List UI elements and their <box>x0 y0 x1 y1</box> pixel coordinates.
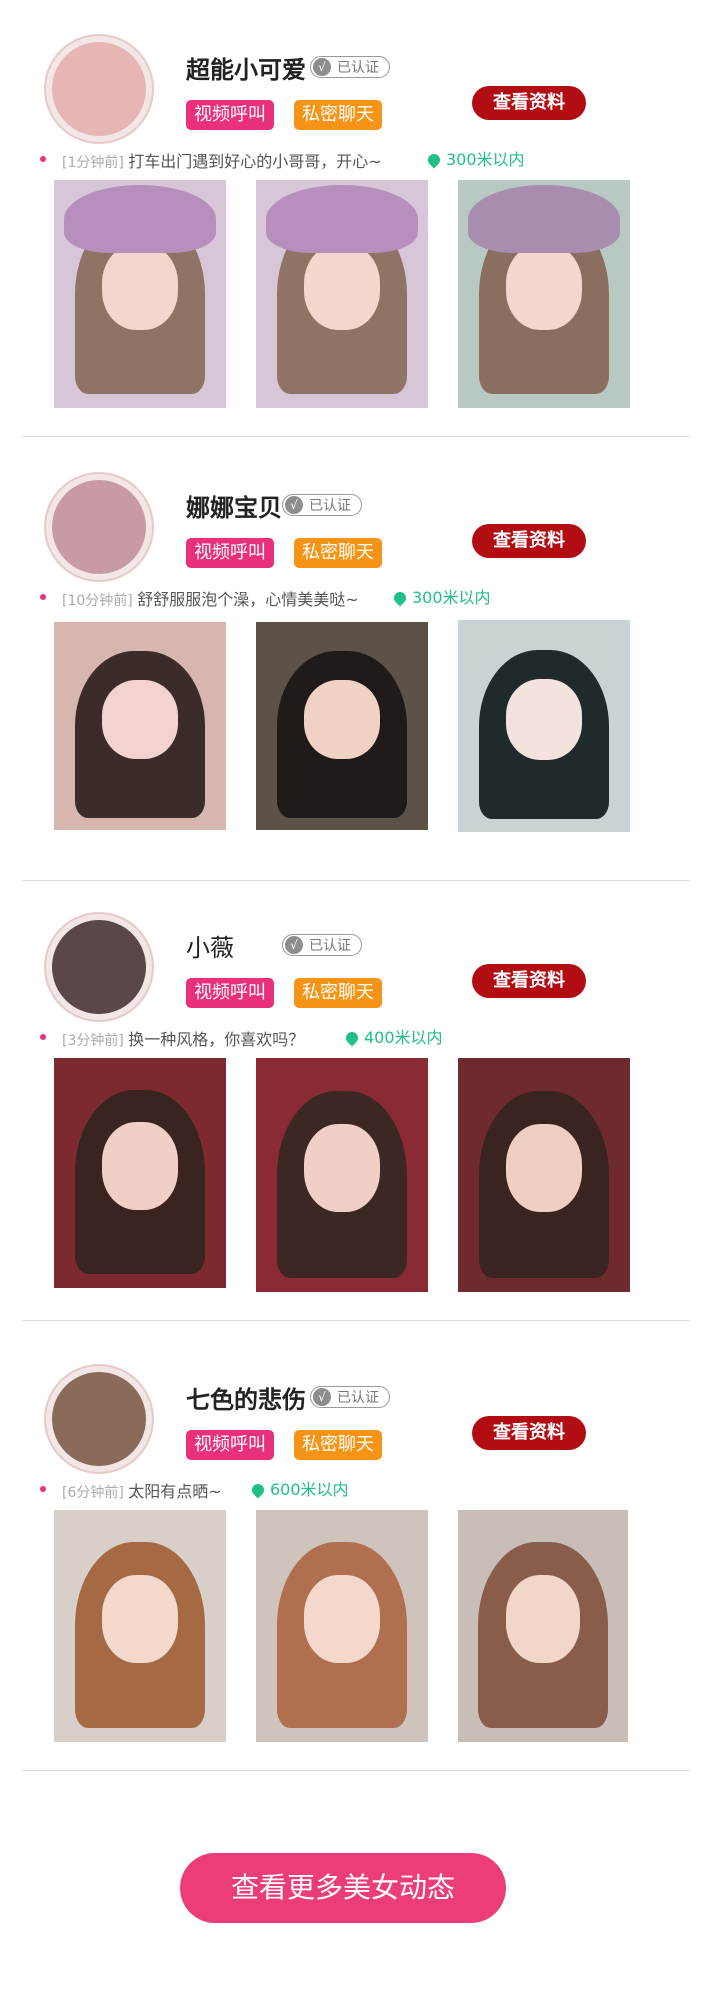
user-name: 超能小可爱 <box>186 56 306 84</box>
bullet-dot <box>40 156 46 162</box>
photo[interactable] <box>54 622 226 830</box>
divider <box>22 436 690 437</box>
verified-badge: √ 已认证 <box>310 56 390 78</box>
video-call-button[interactable]: 视频呼叫 <box>186 1430 274 1460</box>
video-call-button[interactable]: 视频呼叫 <box>186 100 274 130</box>
user-name: 小薇 <box>186 934 234 962</box>
bullet-dot <box>40 594 46 600</box>
user-card: 小薇 √ 已认证 视频呼叫 私密聊天 查看资料 [3分钟前] 换一种风格，你喜欢… <box>0 912 720 1302</box>
distance: 600米以内 <box>249 1476 349 1500</box>
private-chat-button[interactable]: 私密聊天 <box>294 538 382 568</box>
location-pin-icon <box>343 1029 361 1047</box>
distance-text: 300米以内 <box>412 588 491 607</box>
post-time-row: [6分钟前] 太阳有点晒~ <box>62 1478 222 1502</box>
view-profile-button[interactable]: 查看资料 <box>472 964 586 998</box>
avatar[interactable] <box>44 912 154 1022</box>
divider <box>22 1320 690 1321</box>
photo[interactable] <box>458 620 630 832</box>
video-call-button[interactable]: 视频呼叫 <box>186 538 274 568</box>
status-text: 舒舒服服泡个澡，心情美美哒~ <box>137 590 359 609</box>
photo[interactable] <box>54 180 226 408</box>
divider <box>22 880 690 881</box>
distance: 400米以内 <box>343 1024 443 1048</box>
divider <box>22 1770 690 1771</box>
private-chat-button[interactable]: 私密聊天 <box>294 1430 382 1460</box>
verified-badge: √ 已认证 <box>310 1386 390 1408</box>
status-text: 太阳有点晒~ <box>128 1482 222 1501</box>
verified-label: 已认证 <box>309 498 351 514</box>
avatar[interactable] <box>44 1364 154 1474</box>
post-time-row: [1分钟前] 打车出门遇到好心的小哥哥，开心~ <box>62 148 382 172</box>
private-chat-button[interactable]: 私密聊天 <box>294 100 382 130</box>
bullet-dot <box>40 1034 46 1040</box>
post-time: [3分钟前] <box>62 1033 124 1049</box>
location-pin-icon <box>425 151 443 169</box>
private-chat-button[interactable]: 私密聊天 <box>294 978 382 1008</box>
verified-badge: √ 已认证 <box>282 934 362 956</box>
location-pin-icon <box>391 589 409 607</box>
view-profile-button[interactable]: 查看资料 <box>472 86 586 120</box>
bullet-dot <box>40 1486 46 1492</box>
verified-label: 已认证 <box>337 60 379 76</box>
video-call-button[interactable]: 视频呼叫 <box>186 978 274 1008</box>
post-time: [1分钟前] <box>62 155 124 171</box>
check-icon: √ <box>285 936 303 954</box>
distance-text: 300米以内 <box>446 150 525 169</box>
status-text: 换一种风格，你喜欢吗？ <box>128 1030 305 1049</box>
photo[interactable] <box>256 1058 428 1292</box>
check-icon: √ <box>313 1388 331 1406</box>
check-icon: √ <box>285 496 303 514</box>
verified-label: 已认证 <box>309 938 351 954</box>
photo[interactable] <box>256 1510 428 1742</box>
post-time-row: [3分钟前] 换一种风格，你喜欢吗？ <box>62 1026 304 1050</box>
post-time-row: [10分钟前] 舒舒服服泡个澡，心情美美哒~ <box>62 586 359 610</box>
status-text: 打车出门遇到好心的小哥哥，开心~ <box>128 152 382 171</box>
distance-text: 600米以内 <box>270 1480 349 1499</box>
user-card: 七色的悲伤 √ 已认证 视频呼叫 私密聊天 查看资料 [6分钟前] 太阳有点晒~… <box>0 1364 720 1754</box>
verified-badge: √ 已认证 <box>282 494 362 516</box>
photo[interactable] <box>54 1510 226 1742</box>
view-profile-button[interactable]: 查看资料 <box>472 524 586 558</box>
check-icon: √ <box>313 58 331 76</box>
location-pin-icon <box>249 1481 267 1499</box>
photo[interactable] <box>256 622 428 830</box>
post-time: [6分钟前] <box>62 1485 124 1501</box>
view-profile-button[interactable]: 查看资料 <box>472 1416 586 1450</box>
photo[interactable] <box>458 1058 630 1292</box>
user-name: 七色的悲伤 <box>186 1386 306 1414</box>
photo[interactable] <box>54 1058 226 1288</box>
user-card: 超能小可爱 √ 已认证 视频呼叫 私密聊天 查看资料 [1分钟前] 打车出门遇到… <box>0 34 720 424</box>
distance-text: 400米以内 <box>364 1028 443 1047</box>
verified-label: 已认证 <box>337 1390 379 1406</box>
user-name: 娜娜宝贝 <box>186 494 282 522</box>
user-card: 娜娜宝贝 √ 已认证 视频呼叫 私密聊天 查看资料 [10分钟前] 舒舒服服泡个… <box>0 472 720 862</box>
photo[interactable] <box>458 180 630 408</box>
distance: 300米以内 <box>425 146 525 170</box>
view-more-button[interactable]: 查看更多美女动态 <box>180 1853 506 1923</box>
photo[interactable] <box>458 1510 628 1742</box>
distance: 300米以内 <box>391 584 491 608</box>
photo[interactable] <box>256 180 428 408</box>
avatar[interactable] <box>44 34 154 144</box>
post-time: [10分钟前] <box>62 593 133 609</box>
avatar[interactable] <box>44 472 154 582</box>
